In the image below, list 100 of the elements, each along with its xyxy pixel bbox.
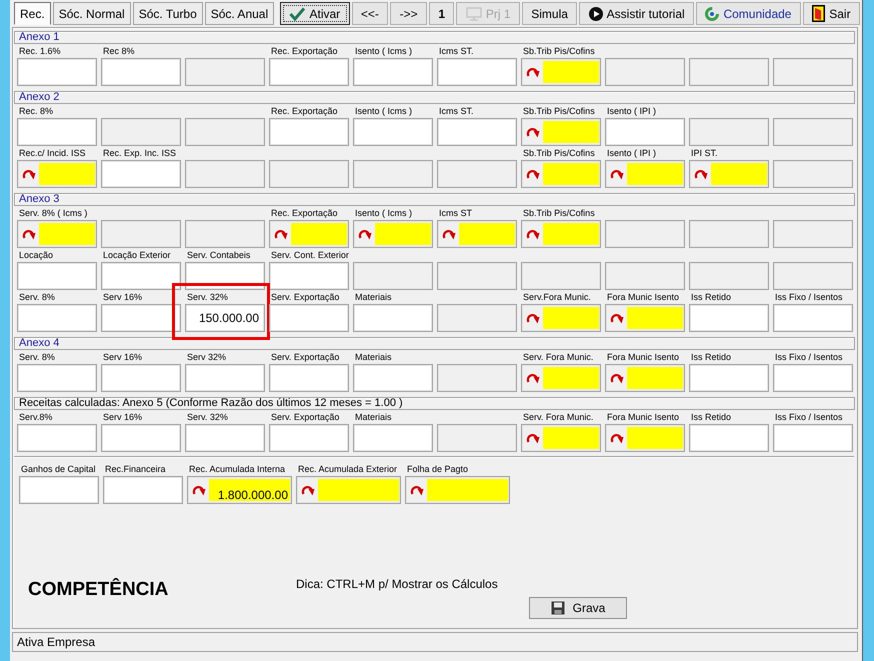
field-label: Materiais bbox=[355, 412, 392, 422]
input-field[interactable] bbox=[269, 118, 349, 146]
save-button[interactable]: Grava bbox=[529, 597, 627, 619]
curved-arrow-icon[interactable] bbox=[191, 484, 206, 496]
input-field[interactable] bbox=[773, 424, 853, 452]
field-label: Serv. 8% bbox=[19, 352, 55, 362]
input-field[interactable] bbox=[627, 307, 683, 329]
curved-arrow-icon[interactable] bbox=[21, 168, 36, 180]
input-field[interactable] bbox=[437, 58, 517, 86]
curved-arrow-icon[interactable] bbox=[525, 228, 540, 240]
tab[interactable]: Sóc. Turbo bbox=[132, 2, 203, 25]
input-field[interactable]: 1.800.000.00 bbox=[209, 479, 290, 501]
tab[interactable]: Rec. bbox=[14, 2, 51, 25]
curved-arrow-icon[interactable] bbox=[609, 372, 624, 384]
input-field[interactable] bbox=[543, 223, 599, 245]
toolbar-button[interactable]: ->> bbox=[390, 2, 428, 25]
input-field[interactable] bbox=[459, 223, 515, 245]
input-field[interactable] bbox=[627, 367, 683, 389]
curved-arrow-icon[interactable] bbox=[300, 484, 315, 496]
input-field[interactable] bbox=[19, 476, 99, 504]
curved-arrow-icon[interactable] bbox=[609, 312, 624, 324]
toolbar-button[interactable]: Simula bbox=[522, 2, 578, 25]
input-field[interactable] bbox=[773, 364, 853, 392]
input-field[interactable]: 150.000.00 bbox=[185, 304, 265, 332]
input-field[interactable] bbox=[101, 364, 181, 392]
input-field[interactable] bbox=[689, 364, 769, 392]
field-label: Iss Retido bbox=[691, 352, 732, 362]
curved-arrow-icon[interactable] bbox=[357, 228, 372, 240]
input-field[interactable] bbox=[543, 307, 599, 329]
toolbar-button[interactable]: 1 bbox=[429, 2, 454, 25]
input-field[interactable] bbox=[17, 262, 97, 290]
toolbar-button[interactable]: <<- bbox=[352, 2, 388, 25]
input-field[interactable] bbox=[543, 61, 599, 83]
field-label: Folha de Pagto bbox=[407, 464, 468, 474]
input-field[interactable] bbox=[543, 163, 599, 185]
input-field[interactable] bbox=[39, 163, 95, 185]
input-field[interactable] bbox=[269, 262, 349, 290]
input-field[interactable] bbox=[291, 223, 347, 245]
field-label: Materiais bbox=[355, 292, 392, 302]
input-field[interactable] bbox=[101, 304, 181, 332]
input-field[interactable] bbox=[269, 58, 349, 86]
curved-arrow-icon[interactable] bbox=[609, 432, 624, 444]
input-field[interactable] bbox=[427, 479, 508, 501]
curved-arrow-icon[interactable] bbox=[21, 228, 36, 240]
tab[interactable]: Sóc. Anual bbox=[204, 2, 274, 25]
curved-arrow-icon[interactable] bbox=[273, 228, 288, 240]
toolbar-button[interactable]: Assistir tutorial bbox=[579, 2, 694, 25]
input-field[interactable] bbox=[39, 223, 95, 245]
field-label: Serv. Fora Munic. bbox=[523, 352, 594, 362]
field-label: Serv. Contabeis bbox=[187, 250, 250, 260]
input-field[interactable] bbox=[353, 304, 433, 332]
input-field[interactable] bbox=[689, 304, 769, 332]
field-label: Icms ST. bbox=[439, 46, 474, 56]
input-field[interactable] bbox=[101, 160, 181, 188]
input-field[interactable] bbox=[711, 163, 767, 185]
input-field[interactable] bbox=[437, 118, 517, 146]
curved-arrow-icon[interactable] bbox=[441, 228, 456, 240]
curved-arrow-icon[interactable] bbox=[525, 432, 540, 444]
toolbar-button[interactable]: Sair bbox=[802, 2, 860, 25]
input-field[interactable] bbox=[101, 424, 181, 452]
input-field[interactable] bbox=[605, 118, 685, 146]
input-field[interactable] bbox=[543, 427, 599, 449]
input-field[interactable] bbox=[543, 367, 599, 389]
input-field[interactable] bbox=[101, 262, 181, 290]
input-field[interactable] bbox=[353, 364, 433, 392]
curved-arrow-icon[interactable] bbox=[525, 312, 540, 324]
input-field[interactable] bbox=[627, 427, 683, 449]
input-field[interactable] bbox=[185, 424, 265, 452]
curved-arrow-icon[interactable] bbox=[525, 66, 540, 78]
input-field[interactable] bbox=[689, 424, 769, 452]
curved-arrow-icon[interactable] bbox=[409, 484, 424, 496]
curved-arrow-icon[interactable] bbox=[525, 372, 540, 384]
toolbar-button[interactable]: Comunidade bbox=[696, 2, 801, 25]
input-field[interactable] bbox=[627, 163, 683, 185]
tab[interactable]: Sóc. Normal bbox=[52, 2, 131, 25]
toolbar-button[interactable]: Ativar bbox=[280, 2, 350, 25]
input-field[interactable] bbox=[353, 424, 433, 452]
curved-arrow-icon[interactable] bbox=[609, 168, 624, 180]
input-field[interactable] bbox=[375, 223, 431, 245]
input-field[interactable] bbox=[353, 118, 433, 146]
input-field[interactable] bbox=[269, 424, 349, 452]
curved-arrow-icon[interactable] bbox=[525, 126, 540, 138]
input-field[interactable] bbox=[773, 304, 853, 332]
input-field[interactable] bbox=[17, 58, 97, 86]
input-field[interactable] bbox=[17, 118, 97, 146]
field-label: Iss Fixo / Isentos bbox=[775, 412, 843, 422]
input-field[interactable] bbox=[101, 58, 181, 86]
input-field[interactable] bbox=[185, 364, 265, 392]
input-field[interactable] bbox=[353, 58, 433, 86]
input-field[interactable] bbox=[269, 364, 349, 392]
input-field[interactable] bbox=[17, 424, 97, 452]
input-field[interactable] bbox=[103, 476, 183, 504]
input-field[interactable] bbox=[543, 121, 599, 143]
curved-arrow-icon[interactable] bbox=[525, 168, 540, 180]
input-field[interactable] bbox=[17, 364, 97, 392]
curved-arrow-icon[interactable] bbox=[693, 168, 708, 180]
input-field[interactable] bbox=[17, 304, 97, 332]
input-field[interactable] bbox=[269, 304, 349, 332]
field-label: Locação bbox=[19, 250, 54, 260]
input-field[interactable] bbox=[318, 479, 399, 501]
